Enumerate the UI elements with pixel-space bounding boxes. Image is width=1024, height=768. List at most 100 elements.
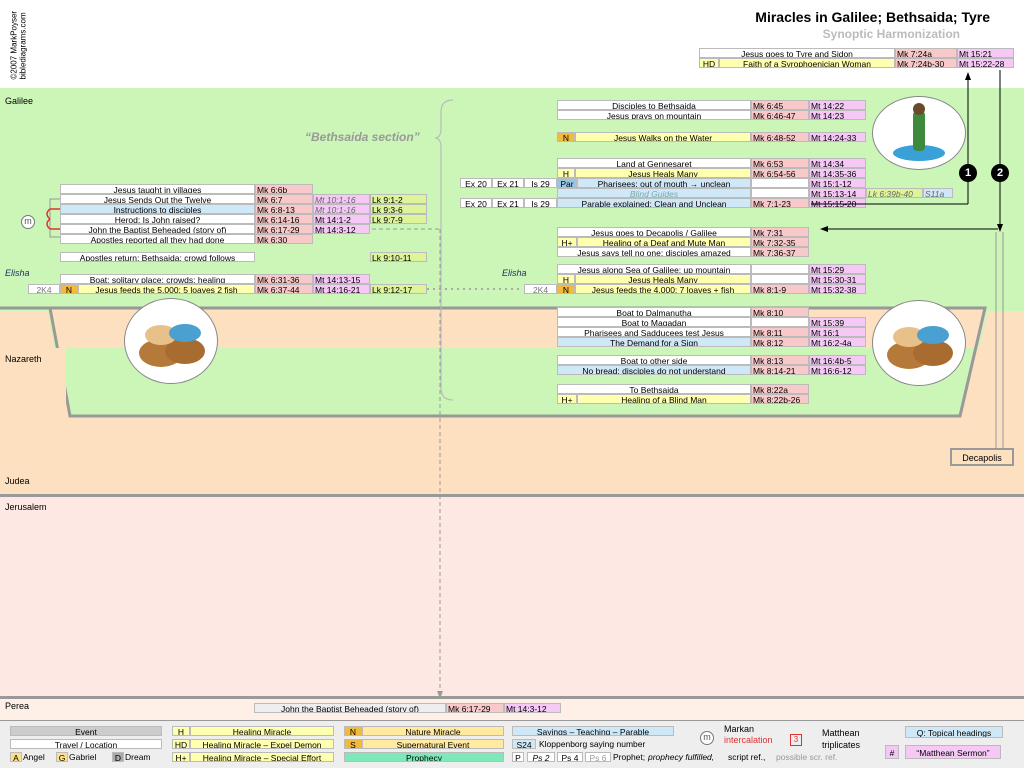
lk-ref: Lk 6:39b-40 [866, 188, 923, 198]
mid-row-otherside: Boat to other side Mk 8:13 Mt 16:4b-5 [557, 355, 866, 365]
region-jerusalem [0, 494, 1024, 699]
legend-hd: HD Healing Miracle – Expel Demon [172, 739, 334, 749]
p-tag: P [512, 752, 524, 762]
mk-ref: Mk 6:8-13 [255, 204, 313, 214]
healing-tag: H+ [557, 237, 577, 247]
event-label: Boat to Dalmanutha [557, 307, 751, 317]
scripture-ref: Ex 20 [460, 198, 492, 208]
script-ref-label: script ref., [728, 752, 766, 762]
mk-ref-empty [751, 178, 809, 188]
mk-ref: Mk 8:10 [751, 307, 809, 317]
tyre-row-1: Jesus goes to Tyre and Sidon Mk 7:24a Mt… [699, 48, 1014, 58]
s-label: Supernatural Event [362, 739, 504, 749]
scripture-ref: Ex 21 [492, 178, 524, 188]
mk-ref-empty [751, 264, 809, 274]
legend-s: S Supernatural Event [344, 739, 504, 749]
mk-ref: Mk 7:36-37 [751, 247, 809, 257]
mk-ref: Mk 7:32-35 [751, 237, 809, 247]
section-brace [435, 99, 454, 401]
event-label: Disciples to Bethsaida [557, 100, 751, 110]
mk-ref: Mk 6:6b [255, 184, 313, 194]
parable-tag: Par [557, 178, 577, 188]
mk-ref: Mk 6:46-47 [751, 110, 809, 120]
mk-ref: Mk 8:12 [751, 337, 809, 347]
mt-ref: Mt 15:1-12 [809, 178, 866, 188]
scripture-ref: Is 29 [524, 178, 557, 188]
event-label: John the Baptist Beheaded (story of) [60, 224, 255, 234]
route-marker-2: 2 [991, 164, 1009, 182]
mt-ref: Mt 14:13-15 [313, 274, 370, 284]
event-label: Jesus goes to Tyre and Sidon [699, 48, 895, 58]
legend-s24: S24 Kloppenborg saying number [512, 739, 676, 749]
healing-tag: H [557, 274, 575, 284]
n-label: Nature Miracle [362, 726, 504, 736]
mk-ref-empty [751, 317, 809, 327]
mt-ref: Mt 14:1-2 [313, 214, 370, 224]
region-label-jerusalem: Jerusalem [5, 502, 47, 512]
mid-row-blindman: H+ Healing of a Blind Man Mk 8:22b-26 [557, 394, 809, 404]
legend-prophecy: Prophecy [344, 752, 504, 762]
sayings-label: Sayings – Teaching – Parable [512, 726, 674, 736]
lk-ref: Lk 9:1-2 [370, 194, 427, 204]
saying-ref: S11a [923, 188, 953, 198]
mid-row-sadducees: Pharisees and Sadducees test Jesus Mk 8:… [557, 327, 866, 337]
nature-tag: N [557, 284, 575, 294]
dream-label: Dream [125, 752, 151, 762]
event-label: Pharisees and Sadducees test Jesus [557, 327, 751, 337]
ps2-tag: Ps 2 [527, 752, 555, 762]
mt-ref: Mt 15:21 [957, 48, 1014, 58]
region-label-galilee: Galilee [5, 96, 34, 106]
mk-ref: Mk 7:31 [751, 227, 809, 237]
mt-ref: Mt 14:22 [809, 100, 866, 110]
mk-ref: Mk 8:22b-26 [751, 394, 809, 404]
page-subtitle: Synoptic Harmonization [822, 27, 960, 41]
event-label: The Demand for a Sign [557, 337, 751, 347]
mt-ref: Mt 15:39 [809, 317, 866, 327]
mk-ref: Mk 8:11 [751, 327, 809, 337]
left-row-instructions: Instructions to disciples Mk 6:8-13 Mt 1… [60, 204, 427, 214]
legend-hp: H+ Healing Miracle – Special Effort [172, 752, 334, 762]
dream-tag: D [112, 752, 124, 762]
mk-ref: Mk 6:53 [751, 158, 809, 168]
walking-on-water-image [872, 96, 966, 170]
left-row-reported: Apostles reported all they had done Mk 6… [60, 234, 313, 244]
mt-ref: Mt 14:24-33 [809, 132, 866, 142]
event-label: Jesus Heals Many [575, 168, 751, 178]
hp-label: Healing Miracle – Special Effort [190, 752, 334, 762]
mk-ref: Mk 8:13 [751, 355, 809, 365]
section-label: “Bethsaida section” [305, 130, 420, 144]
lk-ref: Lk 9:7-9 [370, 214, 427, 224]
mid-row-decapolis: Jesus goes to Decapolis / Galilee Mk 7:3… [557, 227, 809, 237]
event-label: Land at Gennesaret [557, 158, 751, 168]
loaves-fish-image-right [872, 300, 966, 386]
s-tag: S [344, 739, 362, 749]
mt-ref: Mt 14:3-12 [313, 224, 370, 234]
event-label: Jesus says tell no one; disciples amazed [557, 247, 751, 257]
event-label: Faith of a Syrophoenician Woman [719, 58, 895, 68]
elisha-label-left: Elisha [5, 268, 30, 278]
event-label: Healing of a Blind Man [577, 394, 751, 404]
mt-ref: Mt 16:6-12 [809, 365, 866, 375]
prophecy-fulfilled-label: prophecy fulfilled, [648, 752, 715, 762]
event-label: Jesus taught in villages [60, 184, 255, 194]
lk-ref: Lk 9:12-17 [370, 284, 427, 294]
intercalation-label: intercalation [724, 735, 773, 745]
event-label: Jesus goes to Decapolis / Galilee [557, 227, 751, 237]
event-label: To Bethsaida [557, 384, 751, 394]
region-label-perea: Perea [5, 701, 30, 711]
mid-row-tellno: Jesus says tell no one; disciples amazed… [557, 247, 809, 257]
mid-row-parable: Ex 20 Ex 21 Is 29 Parable explained: Cle… [460, 198, 866, 208]
region-label-nazareth: Nazareth [5, 354, 42, 364]
mt-ref: Mt 10:1-16 [313, 204, 370, 214]
mid-row-walks: N Jesus Walks on the Water Mk 6:48-52 Mt… [557, 132, 866, 142]
legend-travel: Travel / Location [10, 739, 162, 749]
possible-ref-label: possible scr. ref. [776, 752, 838, 762]
legend-sayings: Sayings – Teaching – Parable [512, 726, 674, 736]
mk-ref: Mk 7:24b-30 [895, 58, 957, 68]
lk-ref: Lk 9:10-11 [370, 252, 427, 262]
mt-ref: Mt 15:30-31 [809, 274, 866, 284]
left-row-herod: Herod: Is John raised? Mk 6:14-16 Mt 14:… [60, 214, 427, 224]
mt-ref: Mt 15:32-38 [809, 284, 866, 294]
event-label: Jesus feeds the 4,000: 7 loaves + fish [575, 284, 751, 294]
mk-ref: Mk 7:1-23 [751, 198, 809, 208]
